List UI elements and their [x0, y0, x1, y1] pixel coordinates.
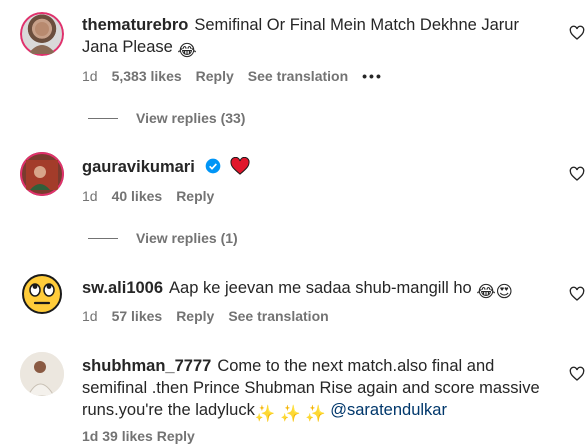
comment-text: thematurebro Semifinal Or Final Mein Matc…: [82, 14, 547, 62]
username[interactable]: shubhman_7777: [82, 357, 211, 375]
avatar-image: [20, 12, 64, 56]
rolling-eyes-emoji-icon: [22, 274, 62, 314]
partial-meta-text: 1d 39 likes Reply: [82, 428, 195, 444]
avatar[interactable]: [20, 12, 64, 56]
mention-link[interactable]: @saratendulkar: [330, 401, 447, 419]
heart-icon[interactable]: [569, 166, 585, 182]
divider-line: [88, 237, 118, 239]
avatar-image: [20, 352, 64, 396]
see-translation-button[interactable]: See translation: [228, 308, 328, 324]
timestamp[interactable]: 1d: [82, 308, 98, 324]
see-translation-button[interactable]: See translation: [248, 68, 348, 84]
comment-meta: 1d 40 likes Reply: [82, 188, 228, 204]
comment-text: shubhman_7777 Come to the next match.also…: [82, 355, 547, 425]
avatar[interactable]: [20, 272, 64, 316]
divider-line: [88, 117, 118, 119]
username[interactable]: gauravikumari: [82, 158, 195, 176]
reply-button[interactable]: Reply: [176, 308, 214, 324]
comment-body: Aap ke jeevan me sadaa shub-mangill ho: [169, 279, 472, 297]
likes-count[interactable]: 57 likes: [112, 308, 163, 324]
heart-icon[interactable]: [569, 286, 585, 302]
verified-badge-icon: [206, 158, 221, 174]
sparkles-emoji: ✨ ✨ ✨: [254, 405, 326, 423]
username[interactable]: thematurebro: [82, 16, 188, 34]
heart-icon[interactable]: [569, 366, 585, 382]
reply-button[interactable]: Reply: [196, 68, 234, 84]
more-options-icon[interactable]: •••: [362, 68, 383, 84]
avatar[interactable]: [20, 352, 64, 396]
comment-meta: 1d 5,383 likes Reply See translation •••: [82, 68, 397, 84]
username[interactable]: sw.ali1006: [82, 279, 163, 297]
view-replies-button[interactable]: View replies (33): [88, 110, 245, 126]
avatar[interactable]: [20, 152, 64, 196]
comment-text: sw.ali1006 Aap ke jeevan me sadaa shub-ma…: [82, 277, 547, 303]
heart-icon[interactable]: [569, 25, 585, 41]
likes-count[interactable]: 40 likes: [112, 188, 163, 204]
laughing-emoji: 😂: [177, 42, 197, 60]
comment-text: gauravikumari: [82, 156, 547, 178]
laughing-heart-eyes-emoji: 😂😍: [476, 283, 513, 301]
comment-meta: 1d 57 likes Reply See translation: [82, 308, 343, 324]
timestamp[interactable]: 1d: [82, 188, 98, 204]
view-replies-button[interactable]: View replies (1): [88, 230, 238, 246]
timestamp[interactable]: 1d: [82, 68, 98, 84]
avatar-image: [20, 152, 64, 196]
reply-button[interactable]: Reply: [176, 188, 214, 204]
likes-count[interactable]: 5,383 likes: [112, 68, 182, 84]
comment-meta-partial: 1d 39 likes Reply: [82, 428, 209, 444]
view-replies-label: View replies (1): [136, 230, 238, 246]
red-heart-emoji: [230, 156, 250, 175]
view-replies-label: View replies (33): [136, 110, 246, 126]
